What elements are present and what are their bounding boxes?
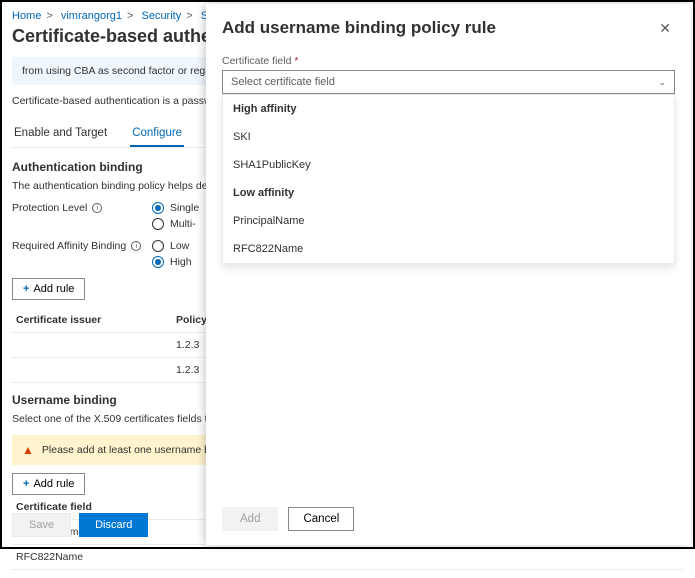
radio-high[interactable]: High [152, 256, 192, 268]
radio-multi[interactable]: Multi- [152, 218, 199, 230]
add-username-rule-button[interactable]: +Add rule [12, 473, 85, 495]
cert-field-label: Certificate field * [222, 55, 675, 67]
crumb-org[interactable]: vimrangorg1 [61, 10, 122, 22]
add-auth-rule-button[interactable]: +Add rule [12, 278, 85, 300]
discard-button[interactable]: Discard [79, 513, 148, 537]
plus-icon: + [23, 283, 29, 295]
radio-low[interactable]: Low [152, 240, 192, 252]
radio-single[interactable]: Single [152, 202, 199, 214]
add-rule-panel: Add username binding policy rule ✕ Certi… [206, 4, 691, 545]
dropdown-option[interactable]: RFC822Name [223, 235, 674, 263]
dropdown-group: Low affinity [223, 179, 674, 207]
col-issuer: Certificate issuer [16, 314, 176, 326]
protection-level-label: Protection Leveli [12, 202, 152, 214]
tab-enable[interactable]: Enable and Target [12, 121, 109, 145]
panel-title: Add username binding policy rule [222, 18, 496, 38]
info-icon[interactable]: i [92, 203, 102, 213]
dropdown-group: High affinity [223, 95, 674, 123]
cert-field-dropdown[interactable]: Select certificate field ⌄ High affinity… [222, 70, 675, 94]
info-icon[interactable]: i [131, 241, 141, 251]
save-button: Save [12, 513, 71, 537]
chevron-down-icon: ⌄ [658, 77, 666, 88]
dropdown-option[interactable]: SHA1PublicKey [223, 151, 674, 179]
warning-icon: ▲ [22, 443, 34, 457]
affinity-binding-label: Required Affinity Bindingi [12, 240, 152, 252]
crumb-home[interactable]: Home [12, 10, 41, 22]
panel-add-button: Add [222, 507, 278, 531]
panel-cancel-button[interactable]: Cancel [288, 507, 354, 531]
crumb-security1[interactable]: Security [141, 10, 181, 22]
col-policy: Policy [176, 314, 207, 326]
close-icon[interactable]: ✕ [655, 18, 675, 39]
dropdown-option[interactable]: PrincipalName [223, 207, 674, 235]
tab-configure[interactable]: Configure [130, 121, 184, 147]
dropdown-list: High affinitySKISHA1PublicKeyLow affinit… [222, 94, 675, 264]
plus-icon: + [23, 478, 29, 490]
dropdown-placeholder: Select certificate field [231, 76, 335, 88]
dropdown-option[interactable]: SKI [223, 123, 674, 151]
